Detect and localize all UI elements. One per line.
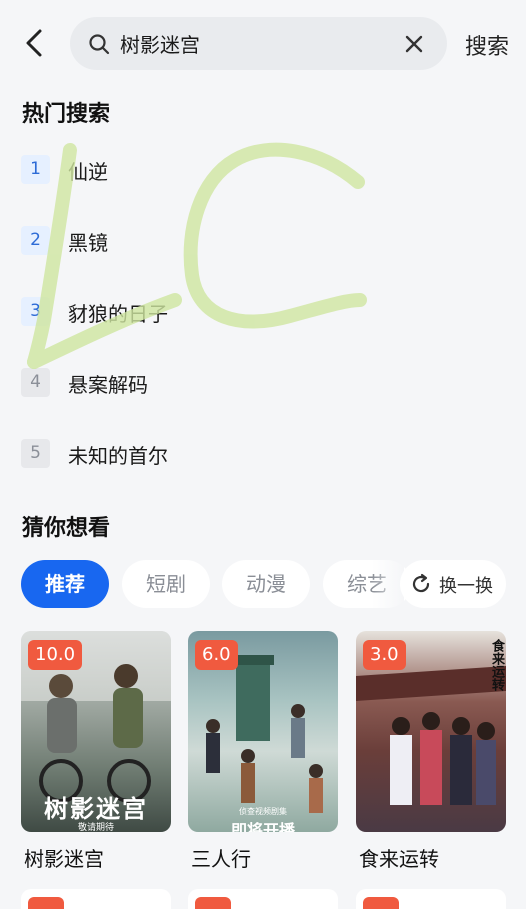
search-box[interactable] bbox=[70, 17, 447, 70]
search-button[interactable]: 搜索 bbox=[465, 29, 509, 61]
hot-search-item[interactable]: 4 悬案解码 bbox=[21, 363, 501, 403]
poster-title-text: 食来运转 bbox=[489, 639, 504, 691]
content-card[interactable]: 树影迷宫 敬请期待 10.0 树影迷宫 bbox=[21, 631, 171, 871]
content-card[interactable] bbox=[356, 889, 506, 909]
content-card[interactable] bbox=[21, 889, 171, 909]
hot-search-label: 豺狼的日子 bbox=[68, 302, 168, 326]
score-badge bbox=[28, 897, 64, 909]
rank-badge: 5 bbox=[21, 439, 50, 468]
content-card[interactable] bbox=[188, 889, 338, 909]
top-bar: 搜索 bbox=[0, 0, 526, 88]
poster-title-text: 树影迷宫 bbox=[44, 795, 148, 823]
back-button[interactable] bbox=[18, 26, 52, 60]
refresh-icon bbox=[412, 573, 430, 593]
chevron-left-icon bbox=[26, 29, 42, 57]
card-title: 食来运转 bbox=[359, 847, 439, 871]
hot-search-label: 未知的首尔 bbox=[68, 444, 168, 468]
refresh-label: 换一换 bbox=[439, 576, 493, 597]
hot-search-title: 热门搜索 bbox=[22, 102, 111, 127]
score-badge bbox=[195, 897, 231, 909]
refresh-button[interactable]: 换一换 bbox=[400, 560, 506, 608]
score-badge: 10.0 bbox=[28, 640, 83, 670]
hot-search-label: 仙逆 bbox=[68, 160, 108, 184]
guess-title: 猜你想看 bbox=[22, 516, 111, 541]
tab-anime[interactable]: 动漫 bbox=[222, 560, 310, 608]
rank-badge: 2 bbox=[21, 226, 50, 255]
hot-search-item[interactable]: 5 未知的首尔 bbox=[21, 434, 501, 474]
score-badge: 3.0 bbox=[363, 640, 406, 670]
content-card[interactable]: 食来运转 3.0 食来运转 bbox=[356, 631, 506, 871]
rank-badge: 3 bbox=[21, 297, 50, 326]
score-badge bbox=[363, 897, 399, 909]
hot-search-item[interactable]: 3 豺狼的日子 bbox=[21, 292, 501, 332]
score-badge: 6.0 bbox=[195, 640, 238, 670]
search-icon bbox=[89, 34, 110, 55]
poster-title-text: 即将开播 bbox=[230, 821, 295, 832]
poster-image: 树影迷宫 敬请期待 10.0 bbox=[21, 631, 171, 832]
hot-search-label: 黑镜 bbox=[68, 231, 108, 255]
poster-image: 侦查视频剧集 即将开播 6.0 bbox=[188, 631, 338, 832]
poster-subtitle-text: 敬请期待 bbox=[77, 823, 114, 832]
poster-subtitle-text: 侦查视频剧集 bbox=[239, 807, 287, 816]
hot-search-item[interactable]: 1 仙逆 bbox=[21, 150, 501, 190]
hot-search-item[interactable]: 2 黑镜 bbox=[21, 221, 501, 261]
search-input[interactable] bbox=[120, 27, 390, 60]
hot-search-label: 悬案解码 bbox=[68, 373, 148, 397]
poster-image: 食来运转 3.0 bbox=[356, 631, 506, 832]
tab-recommend[interactable]: 推荐 bbox=[21, 560, 109, 608]
category-tabs: 推荐 短剧 动漫 综艺 换一换 bbox=[0, 560, 526, 608]
close-icon[interactable] bbox=[403, 33, 425, 55]
tab-short-drama[interactable]: 短剧 bbox=[122, 560, 210, 608]
card-title: 三人行 bbox=[191, 847, 251, 871]
rank-badge: 1 bbox=[21, 155, 50, 184]
card-title: 树影迷宫 bbox=[24, 847, 104, 871]
content-card[interactable]: 侦查视频剧集 即将开播 6.0 三人行 bbox=[188, 631, 338, 871]
rank-badge: 4 bbox=[21, 368, 50, 397]
